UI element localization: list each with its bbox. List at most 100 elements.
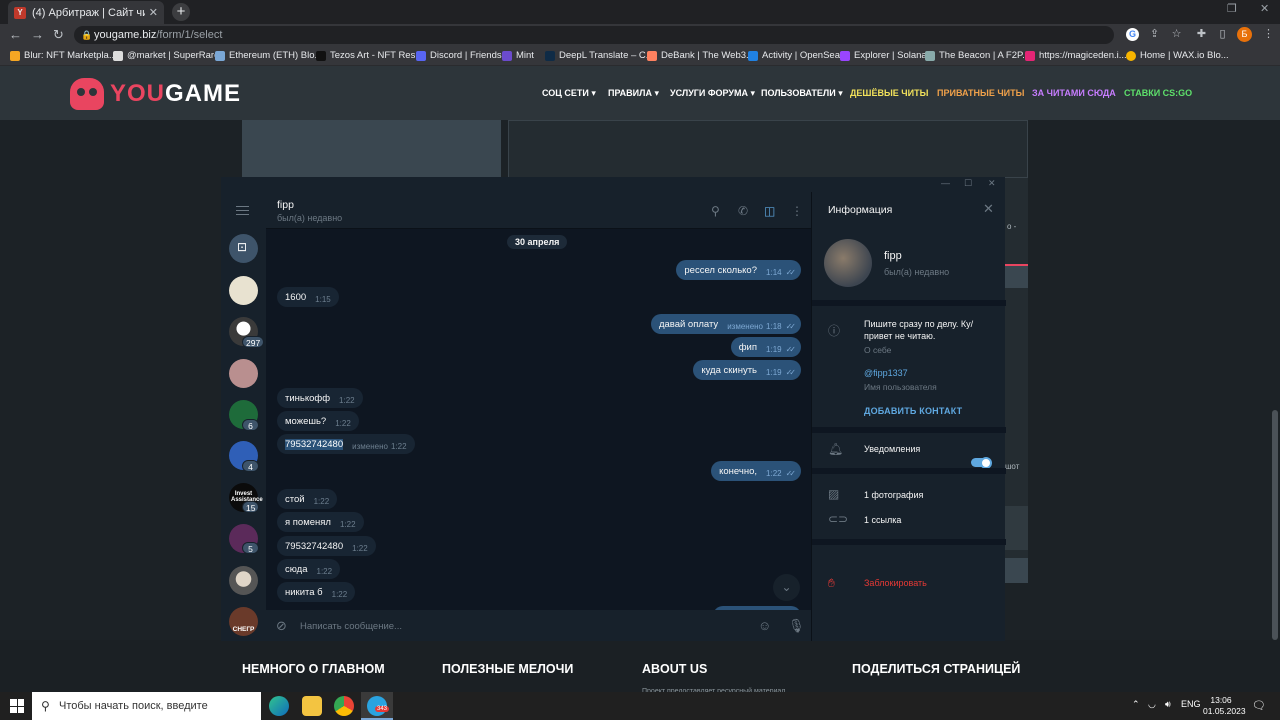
scroll-down-button[interactable]: ⌄ [773, 574, 800, 601]
page-scrollbar[interactable] [1270, 120, 1280, 640]
network-icon[interactable]: ◡ [1148, 699, 1156, 710]
reload-button[interactable]: ↻ [53, 27, 64, 43]
bookmark-item[interactable]: Tezos Art - NFT Res... [316, 50, 423, 61]
bookmark-item[interactable]: Discord | Friends [416, 50, 502, 61]
profile-avatar[interactable] [824, 239, 872, 287]
forward-button[interactable]: → [31, 27, 44, 42]
notifications-toggle[interactable] [971, 456, 992, 469]
nav-private-cheats[interactable]: ПРИВАТНЫЕ ЧИТЫ [937, 88, 1024, 98]
side-panel-icon[interactable]: ▯ [1216, 28, 1229, 41]
nav-cheap-cheats[interactable]: ДЕШЁВЫЕ ЧИТЫ [850, 88, 928, 98]
edge-icon[interactable] [269, 696, 289, 716]
extensions-icon[interactable]: ✚ [1195, 28, 1208, 41]
bookmark-item[interactable]: @market | SuperRare [113, 50, 219, 61]
bookmark-item[interactable]: Mint [502, 50, 534, 61]
yougame-logo[interactable]: YOUGAME [70, 78, 241, 110]
message-bubble-incoming[interactable]: я поменял 1:22 [277, 512, 364, 532]
more-options-icon[interactable]: ⋮ [791, 204, 803, 218]
minimize-icon[interactable]: — [941, 178, 950, 188]
chrome-icon[interactable] [334, 696, 354, 716]
restore-down-icon[interactable]: ❐ [1227, 2, 1237, 15]
maximize-icon[interactable]: ☐ [964, 178, 972, 189]
read-check-icon: ✓✓ [785, 345, 797, 354]
new-tab-button[interactable]: + [172, 3, 190, 21]
message-bubble-incoming[interactable]: тинькофф 1:22 [277, 388, 363, 408]
nav-rules[interactable]: ПРАВИЛА ▾ [608, 88, 659, 99]
hamburger-menu-icon[interactable] [236, 206, 249, 215]
url-host: yougame.biz [94, 29, 157, 41]
bookmark-item[interactable]: Ethereum (ETH) Blo... [215, 50, 322, 61]
block-user-button[interactable]: Заблокировать [864, 578, 927, 588]
chat-avatar[interactable] [229, 359, 258, 388]
message-bubble-outgoing[interactable]: фип 1:19 ✓✓ [730, 337, 801, 357]
message-bubble-incoming[interactable]: 79532742480 1:22 [277, 536, 376, 556]
message-bubble-outgoing[interactable]: конечно, 1:22 ✓✓ [711, 461, 801, 481]
nav-users[interactable]: ПОЛЬЗОВАТЕЛИ ▾ [761, 88, 843, 99]
language-indicator[interactable]: ENG [1181, 699, 1201, 709]
shared-links[interactable]: 1 ссылка [864, 514, 901, 526]
site-left-panel [242, 120, 501, 178]
nav-social[interactable]: СОЦ СЕТИ ▾ [542, 88, 596, 99]
nav-csgo-bets[interactable]: СТАВКИ CS:GO [1124, 88, 1192, 98]
message-bubble-outgoing[interactable]: рессел сколько? 1:14 ✓✓ [676, 260, 801, 280]
bookmark-star-icon[interactable]: ☆ [1170, 28, 1183, 41]
nav-cheats-here[interactable]: ЗА ЧИТАМИ СЮДА [1032, 88, 1116, 98]
shared-photos[interactable]: 1 фотография [864, 489, 923, 501]
google-icon[interactable]: G [1126, 28, 1139, 41]
chat-avatar[interactable] [229, 566, 258, 595]
volume-icon[interactable]: 🔊︎ [1165, 699, 1171, 710]
message-bubble-incoming[interactable]: стой 1:22 [277, 489, 338, 509]
profile-avatar[interactable]: Б [1237, 27, 1252, 42]
windows-start-icon[interactable] [10, 699, 24, 713]
read-check-icon: ✓✓ [785, 268, 797, 277]
notifications-icon[interactable]: 🗨︎ [1252, 699, 1266, 712]
avatar-label: СНЕГР [232, 626, 255, 633]
menu-kebab-icon[interactable]: ⋮ [1262, 28, 1275, 41]
window-close-icon[interactable]: ✕ [1260, 2, 1269, 15]
message-bubble-incoming[interactable]: 79532742480 изменено 1:22 [277, 434, 415, 454]
share-icon[interactable]: ⇪ [1148, 28, 1161, 41]
bookmark-item[interactable]: The Beacon | A F2P... [925, 50, 1030, 61]
system-clock[interactable]: 13:06 01.05.2023 [1203, 695, 1246, 717]
tab-close-icon[interactable]: ✕ [149, 6, 158, 19]
message-bubble-outgoing[interactable]: давай оплату изменено 1:18 ✓✓ [650, 314, 801, 334]
taskbar-search[interactable]: ⚲ Чтобы начать поиск, введите [32, 692, 261, 720]
add-contact-button[interactable]: ДОБАВИТЬ КОНТАКТ [864, 406, 962, 416]
message-bubble-outgoing[interactable]: куда скинуть 1:19 ✓✓ [693, 360, 801, 380]
phone-icon[interactable]: ✆ [738, 204, 748, 218]
bookmark-item[interactable]: Home | WAX.io Blo... [1126, 50, 1229, 61]
chat-avatar[interactable] [229, 276, 258, 305]
search-icon[interactable]: ⚲ [711, 204, 720, 218]
nav-forum-services[interactable]: УСЛУГИ ФОРУМА ▾ [670, 88, 755, 99]
bookmark-item[interactable]: DeepL Translate – С... [545, 50, 654, 61]
emoji-icon[interactable]: ☺ [758, 618, 771, 633]
bio-label: О себе [864, 345, 892, 355]
bookmark-item[interactable]: Blur: NFT Marketpla... [10, 50, 117, 61]
tray-chevron-icon[interactable]: ⌃ [1132, 699, 1140, 710]
back-button[interactable]: ← [9, 27, 22, 42]
message-bubble-incoming[interactable]: сюда 1:22 [277, 559, 341, 579]
file-explorer-icon[interactable] [302, 696, 322, 716]
chat-avatar[interactable]: СНЕГР [229, 607, 258, 636]
username-link[interactable]: @fipp1337 [864, 368, 908, 378]
message-bubble-incoming[interactable]: можешь? 1:22 [277, 411, 359, 431]
bookmark-item[interactable]: https://magiceden.i... [1025, 50, 1127, 61]
archive-folder[interactable]: ⊡ [229, 234, 258, 263]
bookmark-item[interactable]: DeBank | The Web3... [647, 50, 754, 61]
browser-tab-active[interactable]: Y (4) Арбитраж | Сайт читов, скр ✕ [8, 1, 164, 24]
address-bar[interactable]: 🔒 yougame.biz/form/1/select [74, 26, 1114, 44]
message-list[interactable]: 30 апреля рессел сколько? 1:14 ✓✓ 1600 1:15… [266, 229, 811, 610]
message-bubble-incoming[interactable]: никита б 1:22 [277, 582, 356, 602]
bookmark-item[interactable]: Explorer | Solana [840, 50, 927, 61]
close-icon[interactable]: ✕ [983, 201, 994, 217]
message-input[interactable] [300, 618, 740, 634]
message-bubble-incoming[interactable]: 1600 1:15 [277, 287, 339, 307]
telegram-taskbar-button[interactable]: 343 [361, 692, 393, 720]
sidebar-toggle-icon[interactable]: ◫ [764, 204, 775, 218]
read-check-icon: ✓✓ [785, 368, 797, 377]
chat-header[interactable]: fipp был(а) недавно ⚲ ✆ ◫ ⋮ [266, 192, 811, 229]
close-icon[interactable]: ✕ [988, 178, 996, 189]
attach-icon[interactable]: ⊘ [276, 618, 287, 634]
microphone-icon[interactable]: 🎙 [788, 618, 805, 634]
bookmark-item[interactable]: Activity | OpenSea [748, 50, 840, 61]
